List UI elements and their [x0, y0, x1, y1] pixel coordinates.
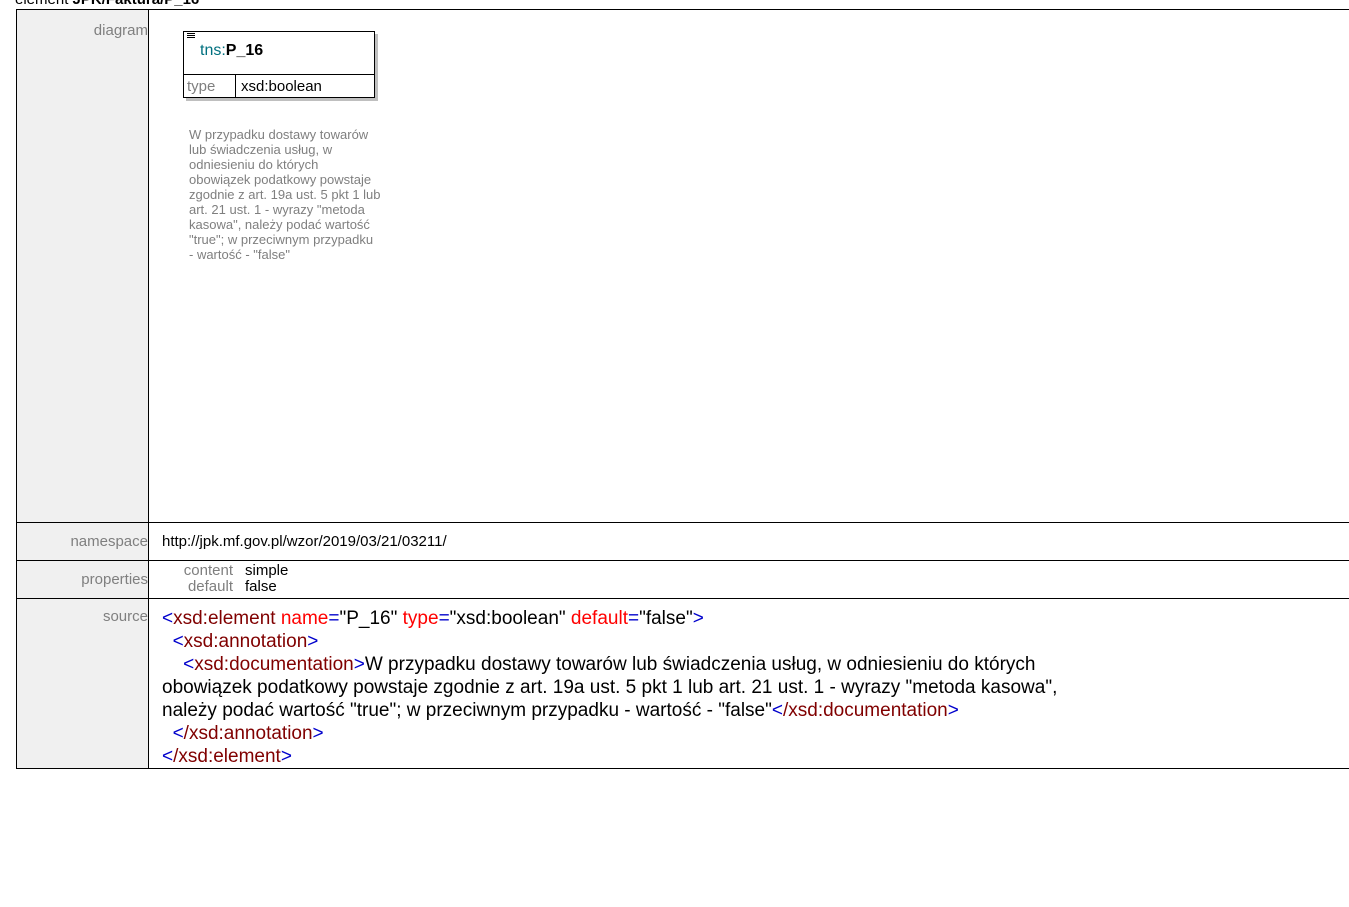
namespace-value: http://jpk.mf.gov.pl/wzor/2019/03/21/032…	[148, 522, 1349, 561]
diagram-label: diagram	[16, 9, 149, 523]
namespace-label: namespace	[16, 522, 149, 561]
element-documentation: W przypadku dostawy towarów lub świadcze…	[189, 127, 489, 262]
source-attr: name	[280, 608, 329, 629]
source-code: <xsd:element name="P_16" type="xsd:boole…	[149, 599, 1113, 768]
namespace-row: namespace http://jpk.mf.gov.pl/wzor/2019…	[16, 522, 1349, 561]
element-type-row: type xsd:boolean	[184, 74, 374, 98]
schema-doc-table: diagram tns:P_16 type xsd:boolean W przy…	[16, 9, 1349, 769]
property-key: content	[183, 562, 233, 579]
property-key: default	[187, 578, 233, 595]
element-prefix: tns:	[200, 42, 226, 59]
source-line: <xsd:annotation>	[172, 631, 319, 652]
properties-row: properties content simple default false	[16, 560, 1349, 599]
source-tag: xsd:element	[173, 608, 276, 629]
diagram-row: diagram tns:P_16 type xsd:boolean W przy…	[16, 9, 1349, 523]
properties-label: properties	[16, 560, 149, 599]
source-tag: /xsd:element	[173, 746, 281, 767]
element-title: tns:P_16	[187, 33, 373, 71]
element-box: tns:P_16 type xsd:boolean	[183, 31, 375, 98]
source-attr-value: "xsd:boolean"	[449, 608, 566, 629]
source-attr-value: "false"	[639, 608, 693, 629]
doc-line: zgodnie z art. 19a ust. 5 pkt 1 lub	[189, 187, 381, 202]
doc-line: odniesieniu do których	[189, 157, 319, 172]
diagram-cell: tns:P_16 type xsd:boolean W przypadku do…	[148, 9, 1349, 523]
property-content: content simple	[171, 563, 1349, 579]
source-attr: default	[570, 608, 628, 629]
page-heading: element JPK/Faktura/P_16	[15, 0, 199, 9]
type-label: type	[184, 75, 236, 98]
source-line: </xsd:annotation>	[172, 723, 324, 744]
doc-line: art. 21 ust. 1 - wyrazy "metoda	[189, 202, 365, 217]
source-tag: xsd:annotation	[183, 631, 308, 652]
source-row: source <xsd:element name="P_16" type="xs…	[16, 598, 1349, 769]
source-cell: <xsd:element name="P_16" type="xsd:boole…	[148, 598, 1349, 769]
doc-line: obowiązek podatkowy powstaje	[189, 172, 372, 187]
source-line: <xsd:element name="P_16" type="xsd:boole…	[162, 608, 704, 629]
property-value: simple	[245, 562, 289, 579]
source-label: source	[16, 598, 149, 769]
source-attr: type	[402, 608, 439, 629]
source-line: </xsd:element>	[162, 746, 292, 767]
doc-line: "true"; w przeciwnym przypadku	[189, 232, 374, 247]
source-tag: /xsd:annotation	[183, 723, 313, 744]
element-name: tns:P_16	[200, 42, 263, 60]
heading-path: JPK/Faktura/P_16	[73, 0, 200, 8]
doc-line: W przypadku dostawy towarów	[189, 127, 369, 142]
doc-line: - wartość - "false"	[189, 247, 290, 262]
property-value: false	[245, 578, 277, 595]
doc-line: lub świadczenia usług, w	[189, 142, 333, 157]
element-local-name: P_16	[225, 42, 264, 59]
doc-line: kasowa", należy podać wartość	[189, 217, 370, 232]
element-lines-icon	[187, 33, 195, 38]
property-default: default false	[171, 579, 1349, 595]
heading-prefix: element	[15, 0, 73, 8]
type-value: xsd:boolean	[241, 78, 322, 95]
source-attr-value: "P_16"	[339, 608, 398, 629]
properties-cell: content simple default false	[148, 560, 1349, 599]
source-tag: xsd:documentation	[194, 654, 354, 675]
source-tag: /xsd:documentation	[782, 700, 948, 721]
source-line: <xsd:documentation>W przypadku dostawy t…	[162, 654, 1058, 721]
